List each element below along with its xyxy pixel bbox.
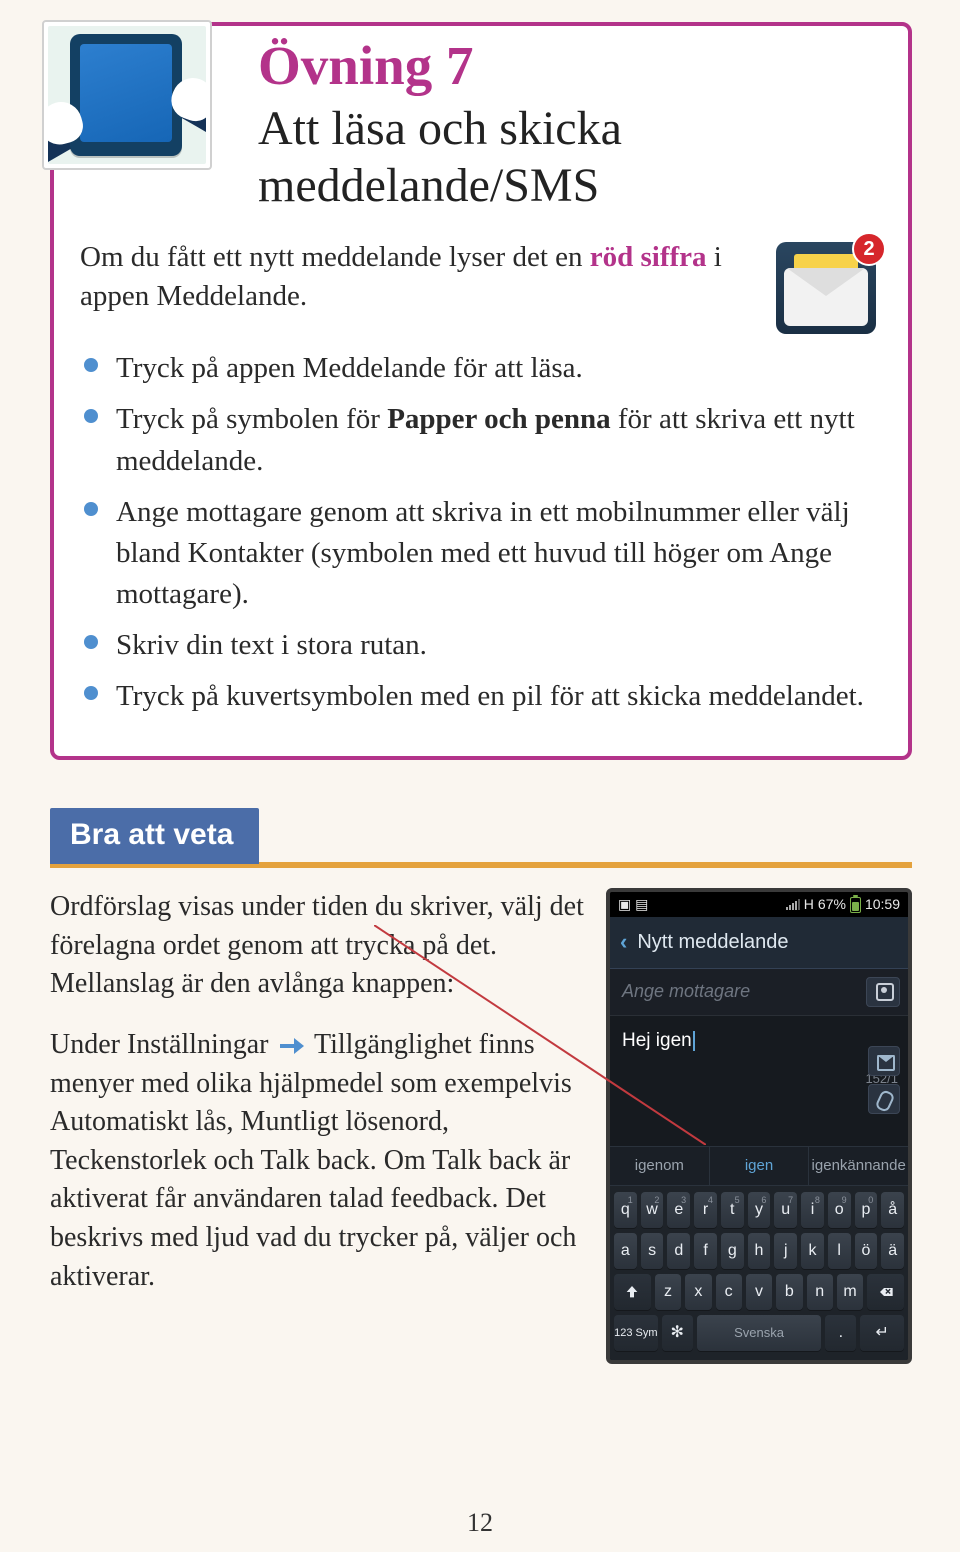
appbar-title: Nytt meddelande [637, 929, 788, 957]
key-i[interactable]: i8 [801, 1192, 824, 1228]
phone-screenshot: ▣ ▤ H 67% 10:59 ‹ Nytt meddelande Ange m… [606, 888, 912, 1364]
status-left-icons: ▣ ▤ [618, 895, 648, 914]
period-key[interactable]: . [825, 1315, 856, 1351]
backspace-key[interactable] [867, 1274, 904, 1310]
exercise-panel: Övning 7 Att läsa och skicka meddelande/… [50, 22, 912, 760]
instruction-item: Ange mottagare genom att skriva in ett m… [80, 492, 882, 616]
recipient-field[interactable]: Ange mottagare [622, 979, 856, 1004]
instruction-item: Tryck på symbolen för Papper och penna f… [80, 399, 882, 481]
intro-before: Om du fått ett nytt meddelande lyser det… [80, 241, 590, 273]
notification-badge: 2 [852, 232, 886, 266]
suggestion-2[interactable]: igen [709, 1147, 809, 1186]
recipient-row: Ange mottagare [610, 969, 908, 1016]
battery-icon [850, 897, 861, 913]
key-s[interactable]: s [641, 1233, 664, 1269]
space-key[interactable]: Svenska [697, 1315, 822, 1351]
key-o[interactable]: o9 [828, 1192, 851, 1228]
suggestion-1[interactable]: igenom [610, 1147, 709, 1186]
key-c[interactable]: c [716, 1274, 742, 1310]
instruction-item: Tryck på appen Meddelande för att läsa. [80, 348, 882, 389]
intro-text: Om du fått ett nytt meddelande lyser det… [80, 238, 758, 316]
instruction-item: Tryck på kuvertsymbolen med en pil för a… [80, 676, 882, 717]
key-n[interactable]: n [807, 1274, 833, 1310]
suggestion-3[interactable]: igenkännande [808, 1147, 908, 1186]
signal-icon [786, 899, 800, 910]
key-w[interactable]: w2 [641, 1192, 664, 1228]
key-ä[interactable]: ä [881, 1233, 904, 1269]
keyboard: q1w2e3r4t5y6u7i8o9p0å asdfghjklöä zxcvbn… [610, 1186, 908, 1360]
key-a[interactable]: a [614, 1233, 637, 1269]
good-to-know-section: Bra att veta Ordförslag visas under tide… [50, 808, 912, 1364]
key-q[interactable]: q1 [614, 1192, 637, 1228]
key-l[interactable]: l [828, 1233, 851, 1269]
key-j[interactable]: j [774, 1233, 797, 1269]
key-å[interactable]: å [881, 1192, 904, 1228]
exercise-title: Övning 7 [258, 26, 882, 97]
good-to-know-text: Ordförslag visas under tiden du skriver,… [50, 888, 588, 1318]
p2a: Under Inställningar [50, 1029, 276, 1060]
envelope-icon [784, 268, 868, 326]
tablet-illustration [42, 20, 212, 170]
key-ö[interactable]: ö [855, 1233, 878, 1269]
key-b[interactable]: b [776, 1274, 802, 1310]
message-area[interactable]: Hej igen 152/1 [610, 1016, 908, 1146]
key-e[interactable]: e3 [667, 1192, 690, 1228]
instruction-list: Tryck på appen Meddelande för att läsa. T… [80, 348, 882, 717]
sym-key[interactable]: 123 Sym [614, 1315, 658, 1351]
exercise-subtitle: Att läsa och skicka meddelande/SMS [258, 97, 882, 214]
text-cursor [693, 1031, 695, 1051]
key-f[interactable]: f [694, 1233, 717, 1269]
p2b: Tillgänglighet finns menyer med olika hj… [50, 1029, 576, 1292]
send-button[interactable] [868, 1046, 900, 1076]
key-z[interactable]: z [655, 1274, 681, 1310]
bav-paragraph-2: Under Inställningar Tillgänglighet finns… [50, 1026, 588, 1296]
shift-key[interactable] [614, 1274, 651, 1310]
subtitle-line2: meddelande/SMS [258, 159, 599, 212]
key-g[interactable]: g [721, 1233, 744, 1269]
enter-key[interactable]: ↵ [860, 1315, 904, 1351]
bav-paragraph-1: Ordförslag visas under tiden du skriver,… [50, 888, 588, 1004]
key-k[interactable]: k [801, 1233, 824, 1269]
key-m[interactable]: m [837, 1274, 863, 1310]
key-p[interactable]: p0 [855, 1192, 878, 1228]
key-u[interactable]: u7 [774, 1192, 797, 1228]
key-d[interactable]: d [667, 1233, 690, 1269]
app-bar: ‹ Nytt meddelande [610, 917, 908, 968]
key-v[interactable]: v [746, 1274, 772, 1310]
arrow-right-icon [280, 1037, 304, 1055]
battery-pct: 67% [818, 895, 846, 914]
key-t[interactable]: t5 [721, 1192, 744, 1228]
key-h[interactable]: h [748, 1233, 771, 1269]
key-r[interactable]: r4 [694, 1192, 717, 1228]
good-to-know-heading: Bra att veta [50, 808, 259, 864]
network-type: H [804, 895, 814, 914]
mail-app-icon: 2 [776, 242, 876, 334]
key-x[interactable]: x [685, 1274, 711, 1310]
instruction-item: Skriv din text i stora rutan. [80, 625, 882, 666]
suggestion-bar: igenom igen igenkännande [610, 1146, 908, 1187]
page-number: 12 [0, 1508, 960, 1538]
status-bar: ▣ ▤ H 67% 10:59 [610, 892, 908, 917]
subtitle-line1: Att läsa och skicka [258, 102, 622, 155]
key-y[interactable]: y6 [748, 1192, 771, 1228]
attach-button[interactable] [868, 1084, 900, 1114]
contacts-button[interactable] [866, 977, 900, 1007]
message-text: Hej igen [622, 1030, 692, 1051]
back-chevron-icon[interactable]: ‹ [620, 927, 627, 957]
clock-time: 10:59 [865, 895, 900, 914]
settings-key[interactable]: ✻ [662, 1315, 693, 1351]
intro-red: röd siffra [590, 241, 707, 273]
